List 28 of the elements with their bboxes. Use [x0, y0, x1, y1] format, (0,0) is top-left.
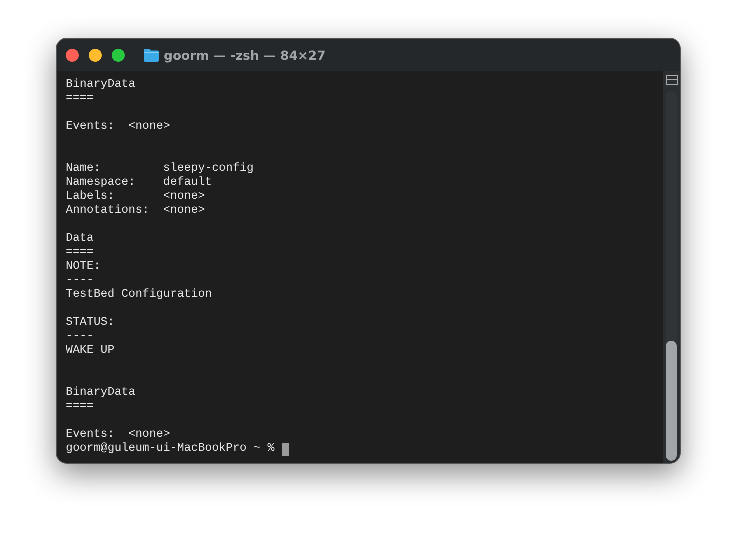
split-pane-icon[interactable]: [666, 75, 678, 85]
close-button[interactable]: [66, 48, 79, 62]
minimize-button[interactable]: [89, 48, 102, 62]
output-line: Events: <none>: [66, 120, 170, 134]
output-line: NOTE:: [66, 260, 101, 274]
output-line: Events: <none>: [66, 428, 170, 442]
output-line: ====: [66, 246, 94, 260]
output-line: Data: [66, 232, 94, 246]
output-line: ----: [66, 330, 94, 344]
shell-prompt: goorm@guleum-ui-MacBookPro ~ %: [66, 442, 275, 456]
output-line: BinaryData: [66, 386, 136, 400]
output-line: ====: [66, 400, 94, 414]
output-line: ====: [66, 92, 94, 106]
output-line: TestBed Configuration: [66, 288, 212, 302]
folder-icon: [144, 48, 159, 62]
text-cursor: [282, 442, 289, 456]
output-line: Labels: <none>: [66, 190, 206, 204]
output-line: ----: [66, 274, 94, 288]
output-line: WAKE UP: [66, 344, 115, 358]
scroll-thumb[interactable]: [666, 341, 677, 461]
output-line: BinaryData: [66, 78, 136, 92]
output-line: Name: sleepy-config: [66, 162, 254, 176]
scroll-bar[interactable]: [663, 71, 680, 463]
output-line: Annotations: <none>: [66, 204, 206, 218]
output-line: STATUS:: [66, 316, 115, 330]
window-title: goorm — -zsh — 84×27: [164, 48, 326, 62]
maximize-button[interactable]: [112, 48, 125, 62]
output-line: Namespace: default: [66, 176, 212, 190]
